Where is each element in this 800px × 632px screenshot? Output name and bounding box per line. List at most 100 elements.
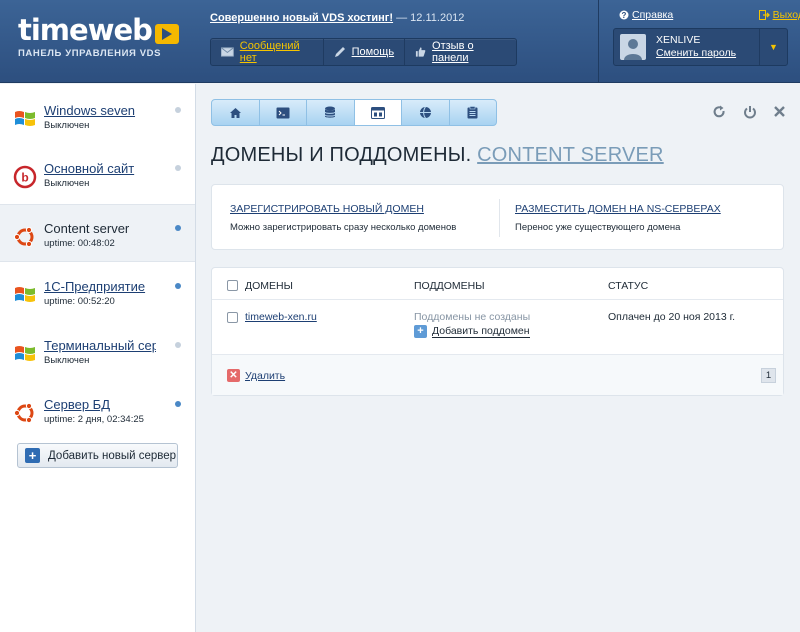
tab-database[interactable] — [307, 100, 355, 125]
header-toolbar: Сообщений нет Помощь Отзыв о панели — [210, 38, 517, 66]
tab-console[interactable] — [260, 100, 307, 125]
server-status: uptime: 2 дня, 02:34:25 — [44, 414, 144, 425]
delete-icon[interactable]: ✕ — [227, 369, 240, 382]
exit-icon — [758, 10, 770, 20]
plus-icon: + — [25, 448, 40, 463]
exit-link-label: Выход — [772, 9, 800, 21]
status-dot — [175, 401, 181, 407]
plus-icon: + — [414, 325, 427, 338]
page-title-main: ДОМЕНЫ И ПОДДОМЕНЫ. — [211, 144, 472, 166]
tab-clipboard[interactable] — [450, 100, 497, 125]
exit-link[interactable]: Выход — [758, 9, 800, 21]
news-line: Совершенно новый VDS хостинг! — 12.11.20… — [210, 12, 464, 24]
header-user-area: ? Справка Выход XENLIVE Сменить пароль ▼ — [598, 0, 800, 83]
add-subdomain-button[interactable]: + Добавить поддомен — [414, 325, 530, 338]
server-item-db[interactable]: Сервер БД uptime: 2 дня, 02:34:25 — [0, 381, 195, 439]
svg-text:b: b — [21, 171, 28, 185]
ns-domain-block: РАЗМЕСТИТЬ ДОМЕН НА NS-СЕРВЕРАХ Перенос … — [515, 203, 721, 233]
thumbs-up-icon — [415, 47, 426, 57]
change-password-link[interactable]: Сменить пароль — [656, 47, 736, 59]
ubuntu-icon — [13, 226, 34, 248]
server-status: uptime: 00:48:02 — [44, 238, 115, 249]
col-header-domains: ДОМЕНЫ — [245, 280, 293, 292]
refresh-icon[interactable] — [712, 105, 726, 119]
section-tabs — [211, 99, 497, 126]
register-domain-block: ЗАРЕГИСТРИРОВАТЬ НОВЫЙ ДОМЕН Можно зарег… — [230, 203, 456, 233]
bitrix-icon: b — [13, 165, 37, 189]
divider — [499, 199, 500, 237]
server-item-main-site[interactable]: b Основной сайт Выключен — [0, 145, 195, 203]
add-subdomain-label: Добавить поддомен — [432, 325, 530, 338]
status-dot — [175, 225, 181, 231]
server-name: Терминальный сервер — [44, 338, 156, 353]
status-dot — [175, 165, 181, 171]
question-icon: ? — [619, 10, 629, 20]
close-icon[interactable] — [773, 105, 786, 118]
feedback-button[interactable]: Отзыв о панели — [405, 39, 516, 65]
tab-domains[interactable] — [354, 100, 402, 125]
domain-link[interactable]: timeweb-xen.ru — [245, 311, 317, 323]
row-checkbox[interactable] — [227, 312, 238, 323]
home-icon — [229, 107, 241, 118]
power-icon[interactable] — [743, 105, 757, 119]
tab-dns[interactable] — [402, 100, 450, 125]
logo[interactable]: timeweb ПАНЕЛЬ УПРАВЛЕНИЯ VDS — [18, 14, 179, 59]
ubuntu-icon — [13, 402, 34, 424]
server-item-1c[interactable]: 1С-Предприятие uptime: 00:52:20 — [0, 263, 195, 321]
server-item-terminal[interactable]: Терминальный сервер Выключен — [0, 322, 195, 380]
delete-button[interactable]: Удалить — [245, 370, 285, 382]
server-item-windows-seven[interactable]: Windows seven Выключен — [0, 87, 195, 145]
server-name: Основной сайт — [44, 161, 135, 176]
pencil-icon — [334, 47, 345, 57]
top-header: timeweb ПАНЕЛЬ УПРАВЛЕНИЯ VDS Совершенно… — [0, 0, 800, 83]
server-name: Windows seven — [44, 103, 136, 118]
server-status: Выключен — [44, 178, 90, 189]
table-footer: ✕ Удалить 1 — [212, 354, 783, 395]
domain-actions-panel: ЗАРЕГИСТРИРОВАТЬ НОВЫЙ ДОМЕН Можно зарег… — [211, 184, 784, 250]
help-link[interactable]: ? Справка — [619, 9, 673, 21]
news-link[interactable]: Совершенно новый VDS хостинг! — [210, 12, 393, 24]
status-dot — [175, 342, 181, 348]
help-link-label: Справка — [632, 9, 674, 21]
ns-domain-desc: Перенос уже существующего домена — [515, 222, 681, 233]
subdomains-empty: Поддомены не созданы — [414, 311, 531, 323]
header-divider — [212, 299, 783, 300]
avatar — [620, 34, 646, 60]
help-button[interactable]: Помощь — [324, 39, 406, 65]
logo-play-icon — [155, 24, 179, 44]
status-dot — [175, 107, 181, 113]
ns-domain-link[interactable]: РАЗМЕСТИТЬ ДОМЕН НА NS-СЕРВЕРАХ — [515, 203, 721, 215]
help-label: Помощь — [351, 46, 395, 58]
news-date: — 12.11.2012 — [396, 12, 465, 24]
register-domain-link[interactable]: ЗАРЕГИСТРИРОВАТЬ НОВЫЙ ДОМЕН — [230, 203, 424, 215]
logo-subtitle: ПАНЕЛЬ УПРАВЛЕНИЯ VDS — [18, 48, 162, 59]
windows-icon — [15, 346, 35, 361]
page-title-server[interactable]: CONTENT SERVER — [477, 144, 664, 166]
server-status: Выключен — [44, 120, 90, 131]
page-number[interactable]: 1 — [761, 368, 776, 383]
tab-home[interactable] — [212, 100, 260, 125]
windows-icon — [15, 287, 35, 302]
server-name: Content server — [44, 221, 130, 236]
server-controls — [712, 105, 786, 119]
register-domain-desc: Можно зарегистрировать сразу несколько д… — [230, 222, 457, 233]
col-header-subdomains: ПОДДОМЕНЫ — [414, 280, 485, 292]
feedback-label: Отзыв о панели — [432, 40, 474, 64]
server-status: uptime: 00:52:20 — [44, 296, 115, 307]
server-sidebar: Windows seven Выключен b Основной сайт В… — [0, 84, 196, 632]
user-box: XENLIVE Сменить пароль ▼ — [613, 28, 788, 66]
col-header-status: СТАТУС — [608, 280, 649, 292]
dns-icon — [419, 106, 431, 119]
envelope-icon — [221, 47, 234, 57]
user-menu-chevron-down-icon[interactable]: ▼ — [759, 29, 787, 65]
add-server-button[interactable]: + Добавить новый сервер — [17, 443, 178, 468]
domains-table: ДОМЕНЫ ПОДДОМЕНЫ СТАТУС timeweb-xen.ru П… — [211, 267, 784, 396]
clipboard-icon — [467, 106, 478, 119]
database-icon — [324, 106, 336, 118]
server-item-content-server[interactable]: Content server uptime: 00:48:02 — [0, 204, 195, 262]
svg-text:?: ? — [622, 11, 627, 20]
messages-button[interactable]: Сообщений нет — [211, 39, 324, 65]
page-title: ДОМЕНЫ И ПОДДОМЕНЫ. CONTENT SERVER — [211, 144, 664, 167]
domains-icon — [370, 106, 385, 119]
select-all-checkbox[interactable] — [227, 280, 238, 291]
